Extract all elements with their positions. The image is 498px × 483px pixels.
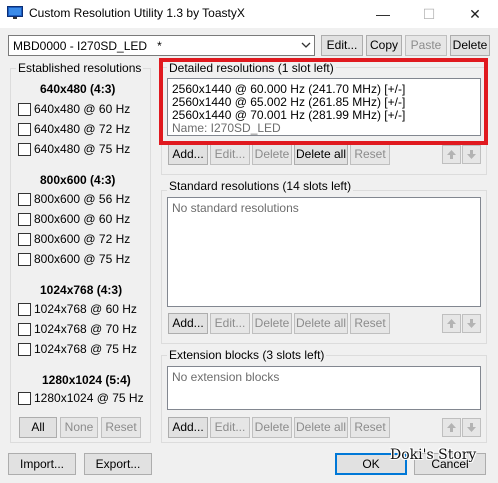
section-heading: 640x480 (4:3) <box>40 82 116 96</box>
empty-list-text: No standard resolutions <box>172 201 299 215</box>
established-reset-button: Reset <box>101 417 141 438</box>
arrow-up-icon <box>447 319 456 328</box>
checkbox-label[interactable]: 1024x768 @ 60 Hz <box>34 302 137 316</box>
profile-edit-button[interactable]: Edit... <box>321 35 363 56</box>
highlight-box <box>159 58 488 145</box>
profile-delete-button[interactable]: Delete <box>450 35 490 56</box>
title-bar[interactable]: Custom Resolution Utility 1.3 by ToastyX… <box>0 0 498 28</box>
move-down-button <box>462 418 481 437</box>
arrow-down-icon <box>467 423 476 432</box>
export-button[interactable]: Export... <box>84 453 152 475</box>
checkbox[interactable] <box>18 103 31 116</box>
arrow-up-icon <box>447 150 456 159</box>
checkbox-label[interactable]: 1280x1024 @ 75 Hz <box>34 391 144 405</box>
watermark: Doki's Story <box>390 447 477 463</box>
maximize-button: ☐ <box>422 6 436 22</box>
checkbox[interactable] <box>18 303 31 316</box>
move-up-button <box>442 418 461 437</box>
standard-add-button[interactable]: Add... <box>168 313 208 334</box>
arrow-up-icon <box>447 423 456 432</box>
checkbox-label[interactable]: 800x600 @ 75 Hz <box>34 252 130 266</box>
detailed-edit-button: Edit... <box>210 144 250 165</box>
extension-delete-button: Delete <box>252 417 292 438</box>
chevron-down-icon <box>301 42 311 48</box>
extension-reset-button: Reset <box>350 417 390 438</box>
checkbox[interactable] <box>18 233 31 246</box>
profile-dropdown[interactable]: MBD0000 - I270SD_LED * <box>8 35 315 56</box>
checkbox[interactable] <box>18 323 31 336</box>
checkbox-label[interactable]: 1024x768 @ 70 Hz <box>34 322 137 336</box>
move-down-button <box>462 314 481 333</box>
select-all-button[interactable]: All <box>19 417 57 438</box>
checkbox-label[interactable]: 640x480 @ 75 Hz <box>34 142 130 156</box>
import-button[interactable]: Import... <box>8 453 76 475</box>
established-resolutions-title: Established resolutions <box>16 61 144 75</box>
standard-resolutions-title: Standard resolutions (14 slots left) <box>167 179 354 193</box>
checkbox[interactable] <box>18 193 31 206</box>
move-up-button <box>442 145 461 164</box>
detailed-reset-button: Reset <box>350 144 390 165</box>
detailed-add-button[interactable]: Add... <box>168 144 208 165</box>
extension-add-button[interactable]: Add... <box>168 417 208 438</box>
standard-resolutions-list[interactable]: No standard resolutions <box>167 197 481 307</box>
arrow-down-icon <box>467 150 476 159</box>
move-up-button <box>442 314 461 333</box>
profile-copy-button[interactable]: Copy <box>366 35 402 56</box>
profile-selected-value: MBD0000 - I270SD_LED * <box>13 39 162 53</box>
window-title: Custom Resolution Utility 1.3 by ToastyX <box>29 6 245 20</box>
section-heading: 1024x768 (4:3) <box>40 283 123 297</box>
select-none-button: None <box>60 417 98 438</box>
checkbox-label[interactable]: 640x480 @ 60 Hz <box>34 102 130 116</box>
empty-list-text: No extension blocks <box>172 370 280 384</box>
checkbox-label[interactable]: 800x600 @ 56 Hz <box>34 192 130 206</box>
checkbox[interactable] <box>18 392 31 405</box>
checkbox-label[interactable]: 640x480 @ 72 Hz <box>34 122 130 136</box>
checkbox-label[interactable]: 800x600 @ 72 Hz <box>34 232 130 246</box>
move-down-button <box>462 145 481 164</box>
checkbox[interactable] <box>18 213 31 226</box>
close-button[interactable]: ✕ <box>452 0 498 28</box>
standard-edit-button: Edit... <box>210 313 250 334</box>
standard-delete-all-button: Delete all <box>294 313 348 334</box>
extension-blocks-list[interactable]: No extension blocks <box>167 366 481 410</box>
extension-edit-button: Edit... <box>210 417 250 438</box>
detailed-delete-all-button[interactable]: Delete all <box>294 144 348 165</box>
checkbox-label[interactable]: 800x600 @ 60 Hz <box>34 212 130 226</box>
detailed-delete-button: Delete <box>252 144 292 165</box>
checkbox-label[interactable]: 1024x768 @ 75 Hz <box>34 342 137 356</box>
checkbox[interactable] <box>18 123 31 136</box>
monitor-icon <box>7 6 23 19</box>
standard-reset-button: Reset <box>350 313 390 334</box>
section-heading: 800x600 (4:3) <box>40 173 116 187</box>
arrow-down-icon <box>467 319 476 328</box>
checkbox[interactable] <box>18 253 31 266</box>
checkbox[interactable] <box>18 343 31 356</box>
checkbox[interactable] <box>18 143 31 156</box>
minimize-button[interactable]: — <box>360 0 406 28</box>
section-heading: 1280x1024 (5:4) <box>42 373 131 387</box>
extension-delete-all-button: Delete all <box>294 417 348 438</box>
standard-delete-button: Delete <box>252 313 292 334</box>
extension-blocks-title: Extension blocks (3 slots left) <box>167 348 327 362</box>
profile-paste-button: Paste <box>405 35 447 56</box>
